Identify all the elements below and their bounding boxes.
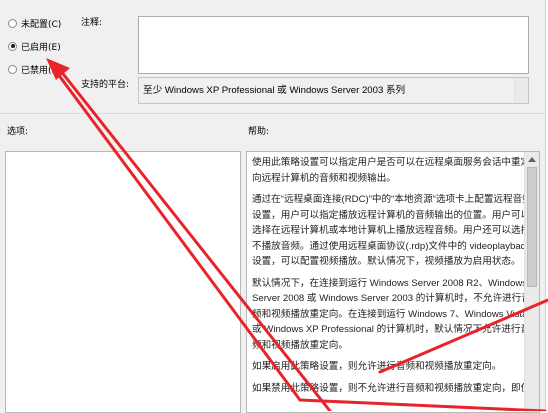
annotation-arrow-line [58, 68, 332, 411]
annotation-arrow-line [50, 64, 302, 402]
annotation-arrow-line [378, 298, 548, 374]
annotation-arrows [46, 58, 548, 411]
annotation-arrow-group [46, 58, 548, 411]
annotation-arrow-line [298, 398, 547, 411]
